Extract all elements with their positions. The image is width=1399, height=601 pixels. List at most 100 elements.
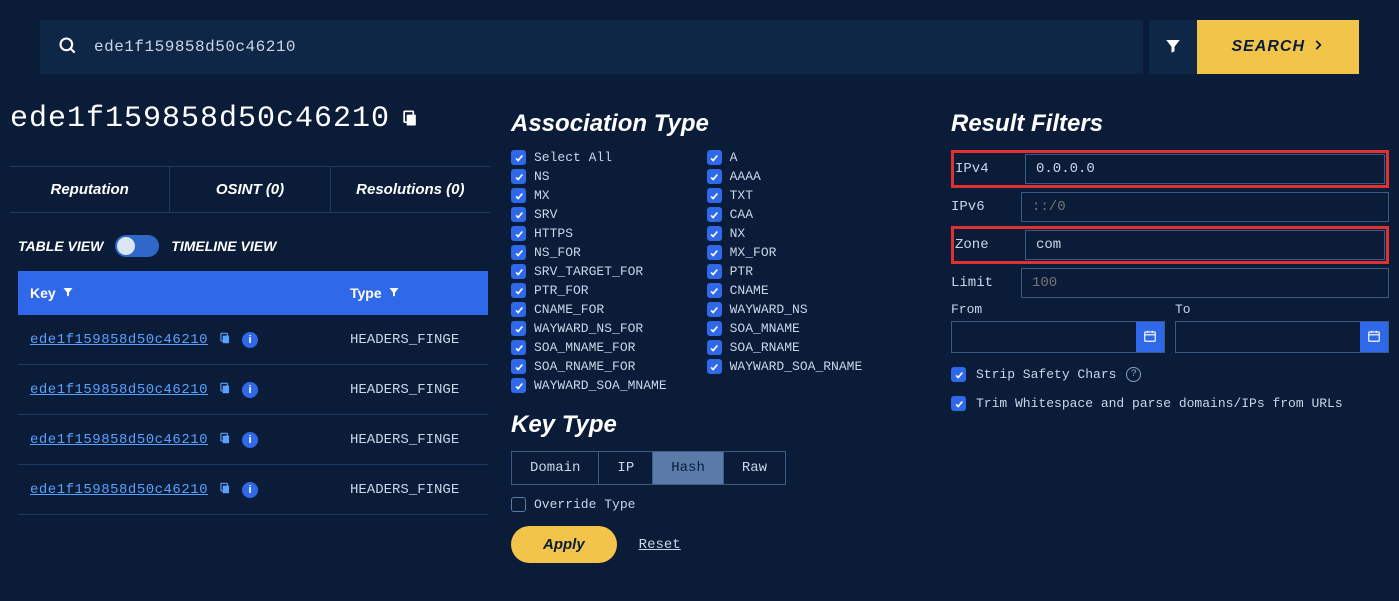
row-key-link[interactable]: ede1f159858d50c46210 [30, 332, 208, 348]
assoc-label: HTTPS [534, 226, 573, 241]
strip-label: Strip Safety Chars [976, 367, 1116, 382]
tab-osint[interactable]: OSINT (0) [170, 167, 330, 212]
table-row: ede1f159858d50c46210 i HEADERS_FINGE [18, 315, 488, 365]
keytype-option[interactable]: Hash [653, 452, 724, 484]
info-icon[interactable]: i [242, 432, 258, 448]
info-icon[interactable]: i [242, 482, 258, 498]
view-switch[interactable] [115, 235, 159, 257]
keytype-selector: DomainIPHashRaw [511, 451, 786, 485]
copy-icon[interactable] [218, 431, 232, 448]
assoc-checkbox[interactable] [707, 359, 722, 374]
assoc-label: SOA_MNAME [730, 321, 800, 336]
assoc-checkbox[interactable] [511, 226, 526, 241]
assoc-checkbox[interactable] [511, 245, 526, 260]
assoc-checkbox[interactable] [707, 245, 722, 260]
row-type: HEADERS_FINGE [350, 332, 476, 348]
help-icon[interactable]: ? [1126, 367, 1141, 382]
assoc-checkbox[interactable] [707, 207, 722, 222]
row-key-link[interactable]: ede1f159858d50c46210 [30, 432, 208, 448]
assoc-checkbox[interactable] [511, 378, 526, 393]
assoc-option: CNAME_FOR [511, 302, 667, 317]
col-type[interactable]: Type [350, 285, 476, 301]
to-input[interactable] [1176, 322, 1360, 352]
keytype-option[interactable]: IP [599, 452, 653, 484]
assoc-checkbox[interactable] [707, 169, 722, 184]
filter-icon [62, 285, 74, 301]
assoc-checkbox[interactable] [707, 302, 722, 317]
assoc-label: PTR_FOR [534, 283, 589, 298]
tab-reputation[interactable]: Reputation [10, 167, 170, 212]
col-key[interactable]: Key [30, 285, 350, 301]
assoc-option: WAYWARD_NS [707, 302, 863, 317]
assoc-label: WAYWARD_NS_FOR [534, 321, 643, 336]
override-checkbox[interactable] [511, 497, 526, 512]
assoc-checkbox[interactable] [511, 302, 526, 317]
copy-icon[interactable] [218, 381, 232, 398]
search-input[interactable] [94, 38, 1125, 56]
row-type: HEADERS_FINGE [350, 432, 476, 448]
assoc-checkbox[interactable] [707, 226, 722, 241]
row-key-link[interactable]: ede1f159858d50c46210 [30, 382, 208, 398]
assoc-checkbox[interactable] [511, 150, 526, 165]
assoc-option: Select All [511, 150, 667, 165]
ipv6-row: IPv6 [951, 192, 1389, 222]
assoc-option: WAYWARD_SOA_MNAME [511, 378, 667, 393]
keytype-option[interactable]: Domain [512, 452, 599, 484]
assoc-checkbox[interactable] [707, 321, 722, 336]
assoc-option: SOA_RNAME_FOR [511, 359, 667, 374]
assoc-checkbox[interactable] [511, 169, 526, 184]
assoc-option: WAYWARD_SOA_RNAME [707, 359, 863, 374]
assoc-label: MX_FOR [730, 245, 777, 260]
assoc-checkbox[interactable] [511, 321, 526, 336]
zone-label: Zone [955, 237, 1025, 253]
assoc-label: PTR [730, 264, 753, 279]
zone-input[interactable] [1025, 230, 1385, 260]
ipv6-input[interactable] [1021, 192, 1389, 222]
assoc-checkbox[interactable] [707, 264, 722, 279]
assoc-checkbox[interactable] [511, 283, 526, 298]
assoc-label: NX [730, 226, 746, 241]
assoc-checkbox[interactable] [707, 283, 722, 298]
funnel-icon [1164, 37, 1182, 58]
assoc-checkbox[interactable] [511, 188, 526, 203]
info-icon[interactable]: i [242, 332, 258, 348]
search-button-label: SEARCH [1231, 38, 1305, 56]
strip-checkbox[interactable] [951, 367, 966, 382]
timeline-view-label: TIMELINE VIEW [171, 238, 276, 254]
filter-button[interactable] [1149, 20, 1197, 74]
tab-resolutions[interactable]: Resolutions (0) [331, 167, 490, 212]
keytype-option[interactable]: Raw [724, 452, 785, 484]
from-calendar-button[interactable] [1136, 322, 1164, 352]
from-input[interactable] [952, 322, 1136, 352]
ipv4-input[interactable] [1025, 154, 1385, 184]
apply-button[interactable]: Apply [511, 526, 617, 563]
date-range: From To [951, 302, 1389, 353]
copy-icon[interactable] [218, 481, 232, 498]
assoc-checkbox[interactable] [707, 340, 722, 355]
assoc-checkbox[interactable] [511, 264, 526, 279]
assoc-option: SOA_MNAME [707, 321, 863, 336]
to-calendar-button[interactable] [1360, 322, 1388, 352]
copy-icon[interactable] [218, 331, 232, 348]
assoc-checkbox[interactable] [511, 207, 526, 222]
table-row: ede1f159858d50c46210 i HEADERS_FINGE [18, 465, 488, 515]
trim-row: Trim Whitespace and parse domains/IPs fr… [951, 396, 1389, 411]
assoc-option: TXT [707, 188, 863, 203]
trim-checkbox[interactable] [951, 396, 966, 411]
ipv4-row: IPv4 [951, 150, 1389, 188]
search-box [40, 20, 1143, 74]
search-button[interactable]: SEARCH [1197, 20, 1359, 74]
assoc-checkbox[interactable] [511, 359, 526, 374]
limit-input[interactable] [1021, 268, 1389, 298]
assoc-option: HTTPS [511, 226, 667, 241]
filters-title: Result Filters [951, 110, 1389, 138]
limit-row: Limit [951, 268, 1389, 298]
assoc-checkbox[interactable] [707, 188, 722, 203]
copy-icon[interactable] [400, 108, 420, 131]
assoc-label: SOA_RNAME [730, 340, 800, 355]
assoc-checkbox[interactable] [707, 150, 722, 165]
reset-link[interactable]: Reset [639, 537, 681, 553]
row-key-link[interactable]: ede1f159858d50c46210 [30, 482, 208, 498]
info-icon[interactable]: i [242, 382, 258, 398]
assoc-checkbox[interactable] [511, 340, 526, 355]
